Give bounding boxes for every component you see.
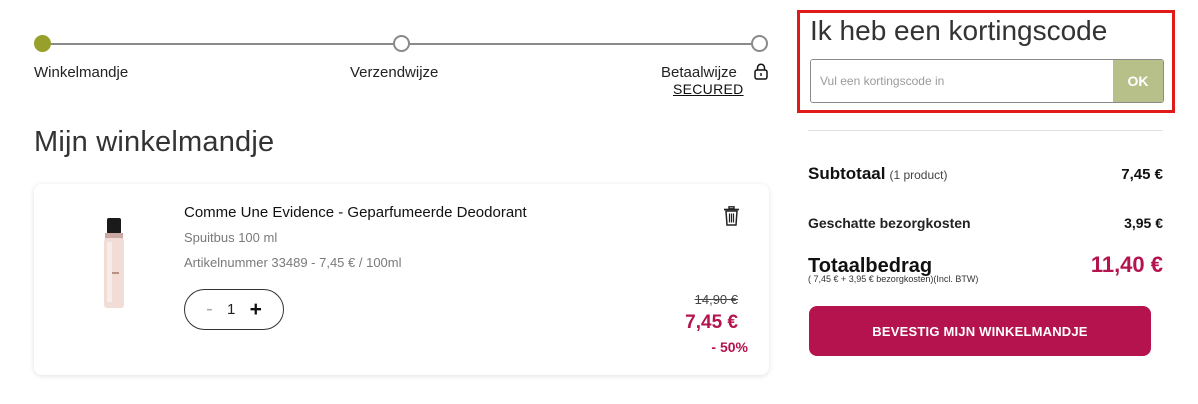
subtotal-row: Subtotaal (1 product) 7,45 € bbox=[808, 164, 1163, 184]
product-size: Spuitbus 100 ml bbox=[184, 230, 278, 245]
total-note: ( 7,45 € + 3,95 € bezorgkosten)(Incl. BT… bbox=[808, 274, 979, 284]
step-label-winkelmandje: Winkelmandje bbox=[34, 64, 129, 81]
shipping-row: Geschatte bezorgkosten 3,95 € bbox=[808, 215, 1163, 231]
product-sku: Artikelnummer 33489 - 7,45 € / 100ml bbox=[184, 255, 402, 270]
shipping-value: 3,95 € bbox=[1124, 215, 1163, 231]
quantity-increase-button[interactable]: + bbox=[250, 298, 262, 322]
quantity-stepper: - 1 + bbox=[184, 289, 284, 330]
subtotal-label-group: Subtotaal (1 product) bbox=[808, 164, 947, 184]
step-label-betaalwijze: Betaalwijze bbox=[661, 64, 737, 81]
subtotal-count: (1 product) bbox=[889, 168, 948, 182]
subtotal-value: 7,45 € bbox=[1121, 166, 1163, 183]
subtotal-label: Subtotaal bbox=[808, 164, 886, 183]
quantity-decrease-button[interactable]: - bbox=[206, 298, 213, 321]
coupon-title: Ik heb een kortingscode bbox=[810, 15, 1108, 46]
old-price: 14,90 € bbox=[694, 292, 738, 307]
coupon-field: OK bbox=[810, 59, 1164, 103]
quantity-value[interactable]: 1 bbox=[227, 301, 235, 318]
cart-item-card: Comme Une Evidence - Geparfumeerde Deodo… bbox=[34, 184, 769, 375]
checkout-stepper: Winkelmandje Verzendwijze Betaalwijze SE… bbox=[34, 30, 770, 100]
current-price: 7,45 € bbox=[685, 312, 738, 333]
discount-badge: - 50% bbox=[711, 339, 748, 355]
confirm-cart-button[interactable]: BEVESTIG MIJN WINKELMANDJE bbox=[809, 306, 1151, 356]
coupon-ok-button[interactable]: OK bbox=[1113, 60, 1163, 102]
total-value: 11,40 € bbox=[1090, 252, 1163, 277]
shipping-label: Geschatte bezorgkosten bbox=[808, 215, 971, 231]
product-image bbox=[104, 218, 124, 308]
coupon-section: Ik heb een kortingscode OK bbox=[797, 10, 1175, 113]
trash-icon[interactable] bbox=[723, 206, 740, 226]
lock-icon bbox=[754, 63, 768, 80]
step-label-verzendwijze: Verzendwijze bbox=[350, 64, 439, 81]
summary-divider bbox=[808, 130, 1163, 131]
coupon-input[interactable] bbox=[811, 60, 1113, 102]
secured-link[interactable]: SECURED bbox=[673, 81, 744, 97]
product-name[interactable]: Comme Une Evidence - Geparfumeerde Deodo… bbox=[184, 204, 527, 221]
step-dot-winkelmandje bbox=[34, 35, 51, 52]
step-dot-betaalwijze bbox=[751, 35, 768, 52]
step-dot-verzendwijze bbox=[393, 35, 410, 52]
cart-title: Mijn winkelmandje bbox=[34, 126, 275, 158]
